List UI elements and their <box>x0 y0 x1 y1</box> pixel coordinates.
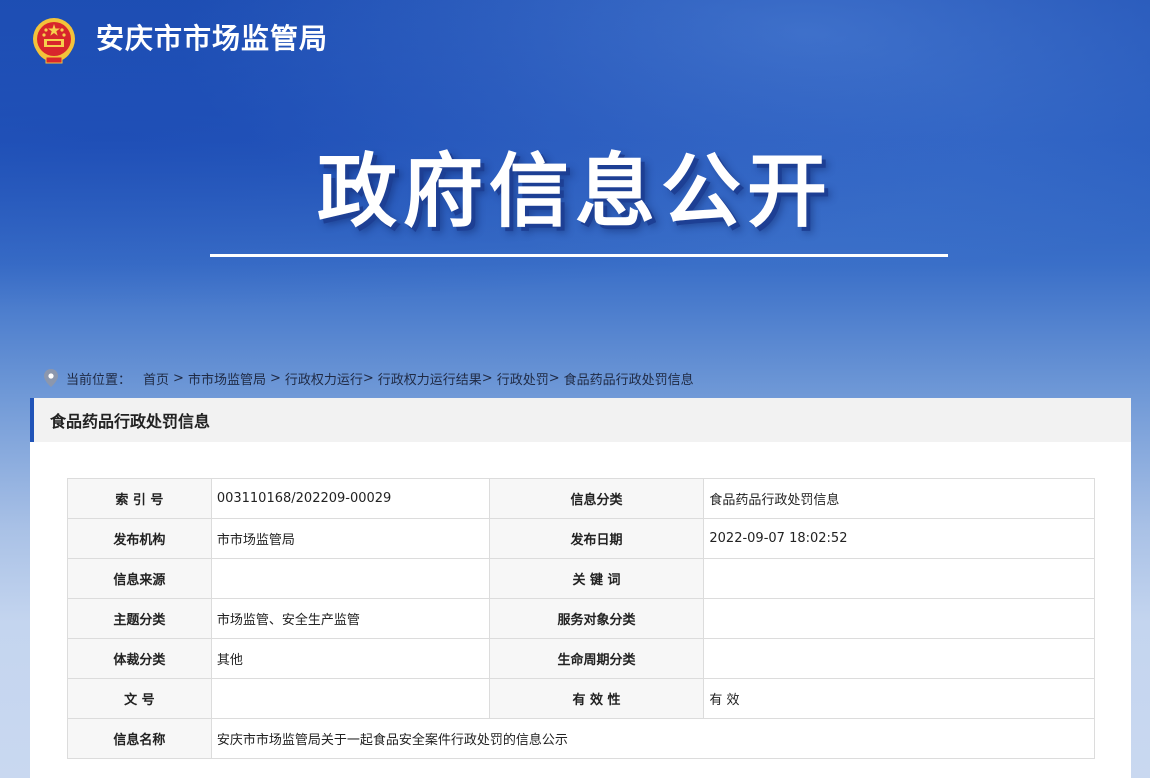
breadcrumb-item-bureau[interactable]: 市市场监管局 <box>188 369 266 388</box>
info-metadata-table: 索 引 号 003110168/202209-00029 信息分类 食品药品行政… <box>67 478 1096 759</box>
keywords-label: 关 键 词 <box>488 558 705 599</box>
banner-underline <box>210 254 948 257</box>
location-pin-icon <box>44 369 58 387</box>
keywords-value <box>703 558 1095 599</box>
index-no-value: 003110168/202209-00029 <box>210 478 490 519</box>
breadcrumb-item-current[interactable]: 食品药品行政处罚信息 <box>564 369 694 388</box>
breadcrumb-separator: > <box>269 370 281 386</box>
panel-heading: 食品药品行政处罚信息 <box>30 398 1131 442</box>
banner-title: 政府信息公开 <box>317 145 833 238</box>
panel-heading-text: 食品药品行政处罚信息 <box>50 412 211 431</box>
topic-label: 主题分类 <box>67 598 212 639</box>
site-header: 安庆市市场监管局 <box>0 0 1150 80</box>
national-emblem-icon[interactable] <box>30 15 78 65</box>
breadcrumb-item-home[interactable]: 首页 <box>143 369 169 388</box>
breadcrumb-item-penalty[interactable]: 行政处罚 <box>497 369 549 388</box>
breadcrumb-separator: > <box>173 370 184 386</box>
lifecycle-label: 生命周期分类 <box>488 638 705 679</box>
info-name-label: 信息名称 <box>67 718 212 759</box>
source-value <box>210 558 490 599</box>
service-target-label: 服务对象分类 <box>488 598 705 639</box>
info-name-value: 安庆市市场监管局关于一起食品安全案件行政处罚的信息公示 <box>210 718 1096 759</box>
genre-value: 其他 <box>210 638 490 679</box>
index-no-label: 索 引 号 <box>67 478 212 519</box>
validity-value: 有 效 <box>703 678 1095 719</box>
table-row: 信息来源 关 键 词 <box>67 558 1095 599</box>
table-row: 文 号 有 效 性 有 效 <box>67 678 1095 719</box>
source-label: 信息来源 <box>67 558 212 599</box>
table-row: 主题分类 市场监管、安全生产监管 服务对象分类 <box>67 598 1095 639</box>
breadcrumb-item-admin-power[interactable]: 行政权力运行 <box>285 369 363 388</box>
validity-label: 有 效 性 <box>488 678 705 719</box>
publisher-label: 发布机构 <box>67 518 212 559</box>
content-panel: 食品药品行政处罚信息 索 引 号 003110168/202209-00029 … <box>30 398 1131 778</box>
breadcrumb-separator: > <box>548 370 560 386</box>
doc-no-label: 文 号 <box>67 678 212 719</box>
category-value: 食品药品行政处罚信息 <box>703 478 1095 519</box>
publisher-value: 市市场监管局 <box>210 518 490 559</box>
category-label: 信息分类 <box>488 478 705 519</box>
table-row: 体裁分类 其他 生命周期分类 <box>67 638 1095 679</box>
doc-no-value <box>210 678 490 719</box>
breadcrumb: 当前位置： 首页 > 市市场监管局 > 行政权力运行 > 行政权力运行结果 > … <box>44 366 694 390</box>
publish-date-label: 发布日期 <box>488 518 705 559</box>
breadcrumb-item-admin-results[interactable]: 行政权力运行结果 <box>378 369 482 388</box>
breadcrumb-separator: > <box>481 370 493 386</box>
table-row: 信息名称 安庆市市场监管局关于一起食品安全案件行政处罚的信息公示 <box>67 718 1096 759</box>
genre-label: 体裁分类 <box>67 638 212 679</box>
service-target-value <box>703 598 1095 639</box>
table-row: 索 引 号 003110168/202209-00029 信息分类 食品药品行政… <box>67 478 1095 519</box>
table-row: 发布机构 市市场监管局 发布日期 2022-09-07 18:02:52 <box>67 518 1095 559</box>
publish-date-value: 2022-09-07 18:02:52 <box>703 518 1095 559</box>
site-title[interactable]: 安庆市市场监管局 <box>96 20 328 58</box>
lifecycle-value <box>703 638 1095 679</box>
breadcrumb-separator: > <box>362 370 374 386</box>
topic-value: 市场监管、安全生产监管 <box>210 598 490 639</box>
breadcrumb-prefix: 当前位置： <box>66 372 132 388</box>
